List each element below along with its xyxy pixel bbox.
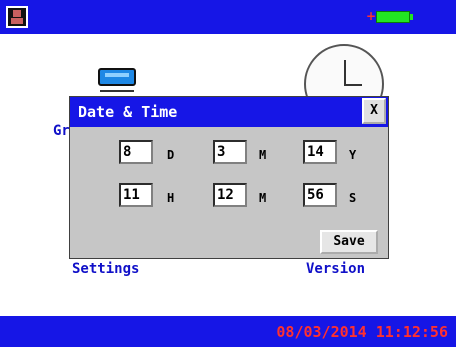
charging-icon: +: [366, 9, 377, 23]
hour-unit-label: H: [167, 191, 175, 205]
year-unit-label: Y: [349, 148, 357, 162]
top-status-bar: +: [0, 0, 456, 34]
save-button[interactable]: Save: [320, 230, 378, 254]
device-tube-icon[interactable]: [94, 62, 140, 92]
year-field[interactable]: 14: [303, 140, 337, 164]
bottom-status-bar: 08/03/2014 11:12:56: [0, 316, 456, 347]
version-label: Version: [306, 261, 366, 277]
month-unit-label: M: [259, 148, 267, 162]
day-field[interactable]: 8: [119, 140, 153, 164]
battery-full-icon: [376, 11, 410, 23]
day-unit-label: D: [167, 148, 175, 162]
clock-readout: 08/03/2014 11:12:56: [276, 323, 448, 341]
graph-label: Gr: [53, 123, 70, 139]
battery-tip: [410, 14, 413, 20]
minute-unit-label: M: [259, 191, 267, 205]
month-field[interactable]: 3: [213, 140, 247, 164]
settings-label: Settings: [72, 261, 140, 277]
hour-field[interactable]: 11: [119, 183, 153, 207]
dialog-title-bar: Date & Time X: [70, 97, 388, 127]
dialog-title: Date & Time: [78, 103, 178, 121]
close-button[interactable]: X: [362, 98, 386, 124]
second-unit-label: S: [349, 191, 357, 205]
date-time-dialog: Date & Time X 8 D 3 M 14 Y 11 H 12 M 56 …: [69, 96, 389, 259]
second-field[interactable]: 56: [303, 183, 337, 207]
floppy-disk-icon[interactable]: [6, 6, 28, 28]
minute-field[interactable]: 12: [213, 183, 247, 207]
